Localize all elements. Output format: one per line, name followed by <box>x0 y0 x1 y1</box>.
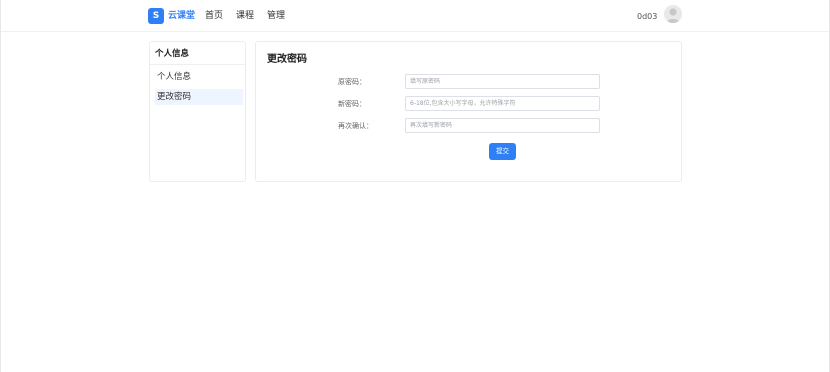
page-title: 更改密码 <box>267 54 307 65</box>
top-header: S 云课堂 首页 课程 管理 0d03 <box>1 0 829 32</box>
new-password-input[interactable] <box>405 96 600 111</box>
avatar[interactable] <box>664 5 682 23</box>
confirm-password-input[interactable] <box>405 118 600 133</box>
submit-button[interactable]: 提交 <box>489 143 516 160</box>
username-label[interactable]: 0d03 <box>637 10 657 24</box>
user-avatar-icon <box>664 5 682 23</box>
logo-icon[interactable]: S <box>148 8 164 24</box>
new-password-label: 新密码： <box>338 100 366 108</box>
nav-course[interactable]: 课程 <box>236 9 254 23</box>
sidebar-panel: 个人信息 个人信息 更改密码 <box>149 41 246 182</box>
confirm-password-label: 再次确认： <box>338 122 373 130</box>
app-page: S 云课堂 首页 课程 管理 0d03 个人信息 个人信息 更改密码 更改密码 … <box>0 0 830 372</box>
sidebar-divider <box>150 64 245 65</box>
old-password-label: 原密码： <box>338 78 366 86</box>
brand-name[interactable]: 云课堂 <box>168 9 195 23</box>
sidebar-item-change-password[interactable]: 更改密码 <box>155 89 243 105</box>
nav-manage[interactable]: 管理 <box>267 9 285 23</box>
old-password-input[interactable] <box>405 74 600 89</box>
sidebar-item-profile[interactable]: 个人信息 <box>155 69 243 85</box>
nav-home[interactable]: 首页 <box>205 9 223 23</box>
main-panel: 更改密码 原密码： 新密码： 再次确认： 提交 <box>255 41 682 182</box>
sidebar-title: 个人信息 <box>155 49 190 59</box>
